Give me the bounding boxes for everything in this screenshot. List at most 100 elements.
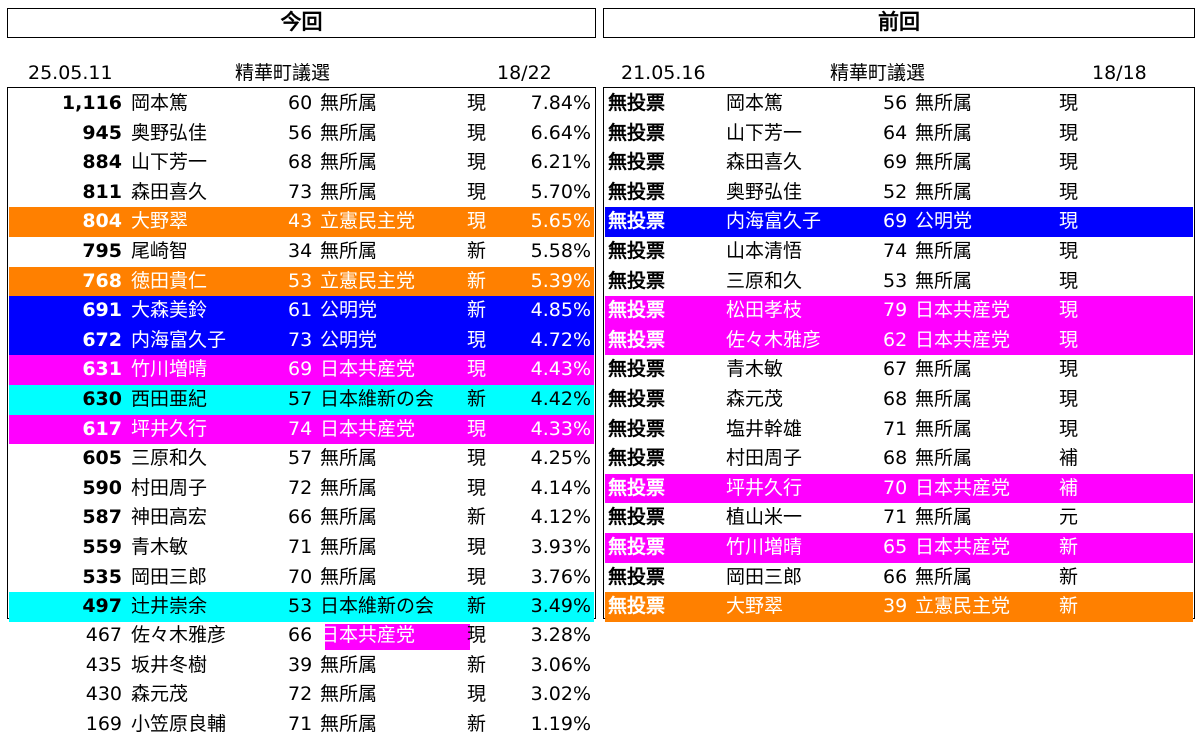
candidate-status: 現 <box>467 447 487 470</box>
previous-row: 無投票 森元茂 68 無所属 現 <box>605 385 1193 415</box>
vote-count: 無投票 <box>608 151 666 174</box>
previous-seats: 18/18 <box>1092 62 1147 84</box>
candidate-age: 56 <box>883 92 908 114</box>
candidate-age: 69 <box>883 151 908 174</box>
candidate-status: 補 <box>1059 476 1079 499</box>
candidate-name: 坪井久行 <box>131 417 208 440</box>
candidate-party: 無所属 <box>320 240 378 262</box>
current-row: 804 大野翠 43 立憲民主党 現 5.65% <box>9 207 594 237</box>
candidate-party: 無所属 <box>320 180 378 203</box>
candidate-name: 岡本篤 <box>131 92 189 114</box>
candidate-age: 65 <box>883 536 908 558</box>
candidate-name: 奥野弘佳 <box>726 180 803 203</box>
vote-share: 3.76% <box>530 565 591 588</box>
candidate-party: 日本共産党 <box>915 299 1011 322</box>
current-row: 497 辻井崇余 53 日本維新の会 新 3.49% <box>9 592 594 622</box>
vote-share: 3.93% <box>530 536 591 558</box>
vote-count: 672 <box>82 328 122 351</box>
vote-count: 無投票 <box>608 358 666 381</box>
vote-share: 3.06% <box>530 653 591 676</box>
candidate-party: 日本共産党 <box>915 536 1011 558</box>
candidate-age: 52 <box>883 180 908 203</box>
previous-row: 無投票 塩井幹雄 71 無所属 現 <box>605 415 1193 445</box>
vote-count: 535 <box>82 565 122 588</box>
candidate-status: 新 <box>467 299 487 322</box>
candidate-age: 71 <box>883 417 908 440</box>
previous-row: 無投票 山下芳一 64 無所属 現 <box>605 119 1193 149</box>
candidate-party: 無所属 <box>915 240 973 262</box>
candidate-name: 西田亜紀 <box>131 388 208 410</box>
candidate-status: 現 <box>1059 180 1079 203</box>
candidate-party: 日本共産党 <box>915 476 1011 499</box>
candidate-age: 53 <box>883 269 908 292</box>
vote-share: 4.42% <box>530 388 591 410</box>
candidate-name: 岡田三郎 <box>131 565 208 588</box>
current-row: 590 村田周子 72 無所属 現 4.14% <box>9 474 594 504</box>
candidate-name: 佐々木雅彦 <box>131 624 227 646</box>
candidate-status: 新 <box>467 240 487 262</box>
candidate-status: 現 <box>1059 151 1079 174</box>
current-row: 535 岡田三郎 70 無所属 現 3.76% <box>9 563 594 593</box>
candidate-name: 小笠原良輔 <box>131 712 227 735</box>
current-election-header: 今回 <box>7 8 596 38</box>
candidate-age: 69 <box>288 358 313 381</box>
current-loser-row: 430 森元茂 72 無所属 現 3.02% <box>9 680 594 710</box>
previous-row: 無投票 坪井久行 70 日本共産党 補 <box>605 473 1193 504</box>
candidate-age: 71 <box>288 536 313 558</box>
vote-count: 無投票 <box>608 565 666 588</box>
vote-count: 無投票 <box>608 595 666 618</box>
candidate-name: 佐々木雅彦 <box>726 328 822 351</box>
previous-title: 精華町議選 <box>830 62 926 84</box>
candidate-party: 無所属 <box>320 447 378 470</box>
candidate-age: 68 <box>883 447 908 470</box>
candidate-age: 39 <box>883 595 908 618</box>
candidate-party: 立憲民主党 <box>915 595 1011 618</box>
candidate-party: 無所属 <box>320 506 378 529</box>
candidate-name: 植山米一 <box>726 506 803 529</box>
candidate-status: 現 <box>467 624 487 646</box>
candidate-party: 立憲民主党 <box>320 269 416 292</box>
current-loser-row: 467 佐々木雅彦 66 日本共産党 現 3.28% <box>9 621 594 651</box>
candidate-party: 無所属 <box>915 358 973 381</box>
vote-count: 無投票 <box>608 447 666 470</box>
candidate-status: 現 <box>467 210 487 233</box>
candidate-status: 現 <box>1059 299 1079 322</box>
candidate-party: 無所属 <box>915 565 973 588</box>
vote-count: 884 <box>82 151 122 174</box>
candidate-party: 無所属 <box>320 92 378 114</box>
vote-share: 3.02% <box>530 683 591 706</box>
current-row: 884 山下芳一 68 無所属 現 6.21% <box>9 148 594 178</box>
candidate-party: 無所属 <box>915 92 973 114</box>
vote-share: 5.65% <box>530 210 591 233</box>
candidate-status: 現 <box>1059 417 1079 440</box>
vote-count: 無投票 <box>608 121 666 144</box>
candidate-status: 現 <box>1059 210 1079 233</box>
candidate-name: 三原和久 <box>726 269 803 292</box>
previous-row: 無投票 青木敏 67 無所属 現 <box>605 355 1193 385</box>
current-row: 559 青木敏 71 無所属 現 3.93% <box>9 533 594 563</box>
vote-count: 587 <box>82 506 122 529</box>
current-loser-row: 435 坂井冬樹 39 無所属 新 3.06% <box>9 651 594 681</box>
vote-share: 3.28% <box>530 624 591 646</box>
candidate-name: 大野翠 <box>726 595 784 618</box>
candidate-age: 53 <box>288 269 313 292</box>
candidate-status: 現 <box>467 417 487 440</box>
vote-count: 497 <box>82 595 122 618</box>
candidate-name: 森田喜久 <box>726 151 803 174</box>
candidate-name: 奥野弘佳 <box>131 121 208 144</box>
candidate-age: 71 <box>883 506 908 529</box>
vote-count: 169 <box>85 712 122 735</box>
current-row: 795 尾崎智 34 無所属 新 5.58% <box>9 237 594 267</box>
candidate-name: 森田喜久 <box>131 180 208 203</box>
candidate-age: 56 <box>288 121 313 144</box>
vote-count: 無投票 <box>608 506 666 529</box>
vote-count: 435 <box>85 653 122 676</box>
candidate-name: 山下芳一 <box>131 151 208 174</box>
candidate-name: 大森美鈴 <box>131 299 208 322</box>
candidate-party: 無所属 <box>320 712 378 735</box>
candidate-name: 山本清悟 <box>726 240 803 262</box>
candidate-age: 67 <box>883 358 908 381</box>
candidate-status: 新 <box>1059 565 1079 588</box>
candidate-age: 79 <box>883 299 908 322</box>
previous-election-header: 前回 <box>603 8 1195 38</box>
